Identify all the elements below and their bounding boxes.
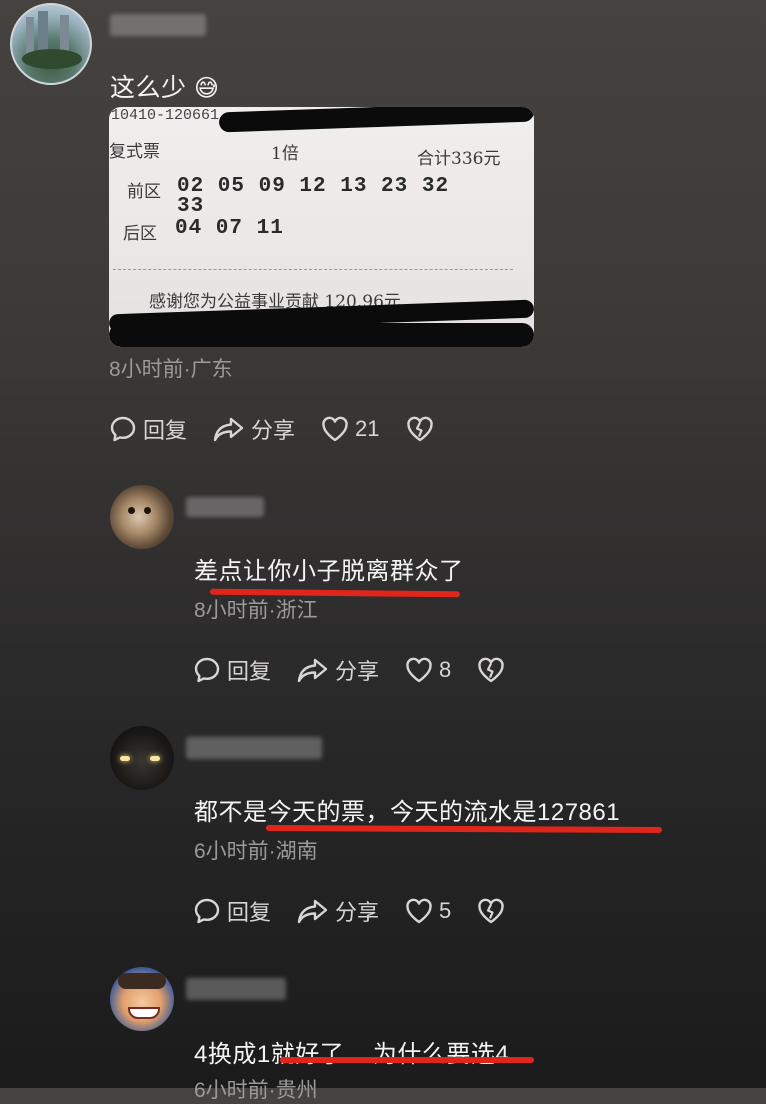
comment-meta: 6小时前·湖南 [194,840,318,863]
reply-label: 回复 [227,659,272,684]
like-count: 21 [355,416,380,441]
comment-text: 这么少 😅 [110,68,220,104]
comment-text: 差点让你小子脱离群众了 [194,558,464,585]
share-button[interactable]: 分享 [213,413,295,445]
share-label: 分享 [335,900,380,925]
avatar[interactable] [110,726,174,790]
reply-bubble-icon [110,416,136,442]
share-label: 分享 [251,418,296,443]
comment-actions: 回复 分享 8 [193,654,531,686]
like-button[interactable]: 8 [405,657,451,683]
like-button[interactable]: 5 [405,898,451,924]
redaction-scribble-top [218,107,534,133]
heart-icon [406,657,432,683]
comment-meta: 8小时前·广东 [109,358,233,381]
share-arrow-icon [297,899,328,924]
heart-icon [406,898,432,924]
comment-meta: 8小时前·浙江 [194,599,318,622]
reply-bubble-icon [194,657,220,683]
username-blurred[interactable] [186,737,322,759]
reply-bubble-icon [194,898,220,924]
username-blurred[interactable] [110,14,206,36]
avatar[interactable] [110,485,174,549]
ticket-multiple: 1倍 [271,144,299,164]
dislike-button[interactable] [406,416,434,442]
username-blurred[interactable] [186,497,264,517]
username-blurred[interactable] [186,978,286,1000]
emoji-grin-sweat-icon: 😅 [193,75,220,102]
broken-heart-icon [478,657,504,683]
like-button[interactable]: 21 [321,416,380,442]
dislike-button[interactable] [477,657,505,683]
front-zone-label: 前区 [127,182,161,202]
like-count: 5 [439,898,452,923]
reply-button[interactable]: 回复 [193,895,271,927]
comment-actions: 回复 分享 5 [193,895,531,927]
share-label: 分享 [335,659,380,684]
front-zone-numbers: 02 05 09 12 13 23 32 [177,175,450,198]
share-arrow-icon [297,658,328,683]
ticket-type: 复式票 [109,142,160,162]
reply-button[interactable]: 回复 [109,413,187,445]
red-underline-annotation [280,1057,534,1063]
share-button[interactable]: 分享 [297,895,379,927]
avatar[interactable] [110,967,174,1031]
front-zone-numbers-continued: 33 [177,195,205,218]
redaction-scribble-bottom-2 [109,323,534,347]
avatar[interactable] [10,3,92,85]
share-button[interactable]: 分享 [297,654,379,686]
ticket-total: 合计336元 [417,149,501,169]
like-count: 8 [439,657,452,682]
reply-label: 回复 [227,900,272,925]
comment-meta: 6小时前·贵州 [194,1079,318,1102]
comment-text: 4换成1就好了 为什么要选4 [194,1041,510,1068]
ticket-serial: 10410-120661 [111,107,220,124]
dislike-button[interactable] [477,898,505,924]
comment-text: 都不是今天的票，今天的流水是127861 [194,799,621,826]
heart-icon [322,416,348,442]
comment-text-content: 这么少 [110,74,187,102]
reply-label: 回复 [143,418,188,443]
reply-button[interactable]: 回复 [193,654,271,686]
back-zone-numbers: 04 07 11 [175,217,284,240]
comment-actions: 回复 分享 21 [109,413,460,445]
lottery-ticket-image[interactable]: 10410-120661 复式票 1倍 合计336元 前区 02 05 09 1… [109,107,534,347]
red-underline-annotation [265,824,663,834]
broken-heart-icon [478,898,504,924]
broken-heart-icon [406,416,433,442]
share-arrow-icon [213,417,244,442]
back-zone-label: 后区 [123,224,157,244]
